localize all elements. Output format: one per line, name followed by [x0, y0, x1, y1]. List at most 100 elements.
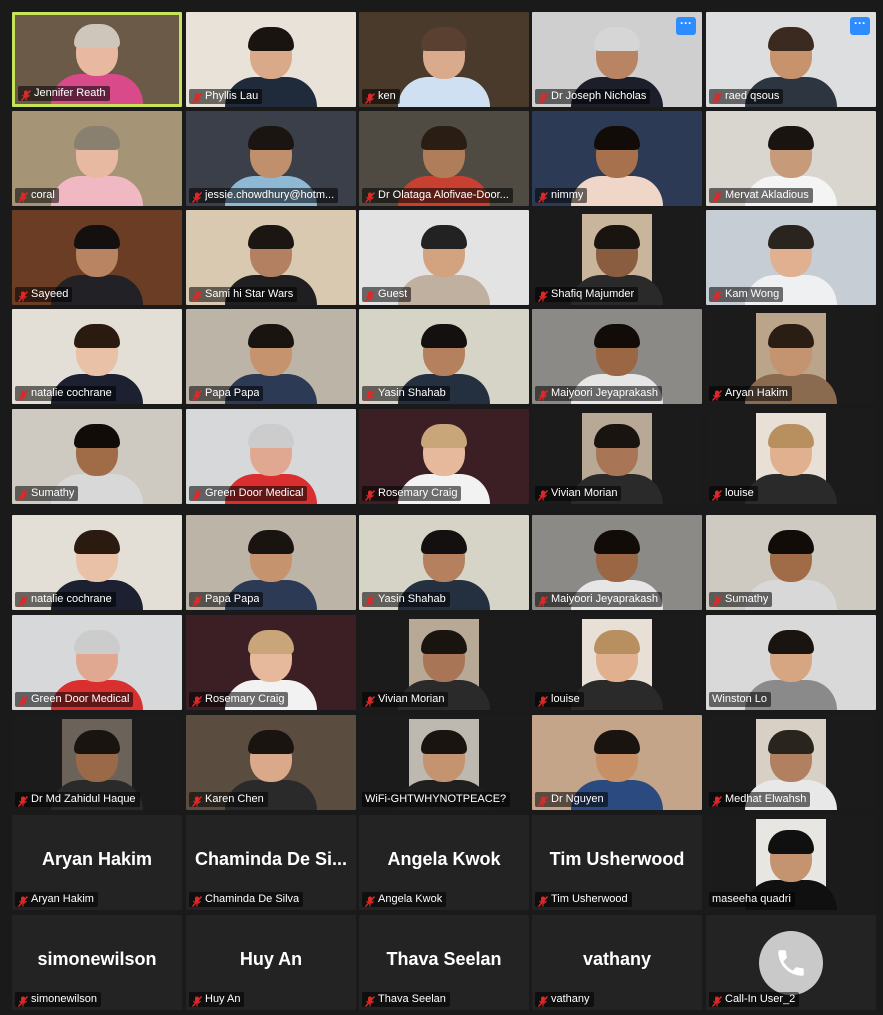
participant-tile[interactable]: Dr Nguyen: [532, 715, 702, 810]
participant-tile[interactable]: nimmy: [532, 111, 702, 206]
participant-label: Angela Kwok: [362, 892, 447, 907]
participant-tile[interactable]: Kam Wong: [706, 210, 876, 305]
participant-tile[interactable]: Green Door Medical: [12, 615, 182, 710]
participant-tile[interactable]: Rosemary Craig: [186, 615, 356, 710]
participant-label: Huy An: [189, 992, 245, 1007]
participant-tile[interactable]: jessie.chowdhury@hotm...: [186, 111, 356, 206]
participant-name: Shafiq Majumder: [551, 288, 635, 300]
participant-tile[interactable]: Chaminda De Si... Chaminda De Silva: [186, 815, 356, 910]
participant-tile[interactable]: Papa Papa: [186, 515, 356, 610]
participant-label: maseeha quadri: [709, 892, 795, 907]
participant-tile[interactable]: vathany vathany: [532, 915, 702, 1010]
phone-icon: [759, 931, 823, 995]
participant-label: Sumathy: [709, 592, 773, 607]
participant-tile[interactable]: ken: [359, 12, 529, 107]
participant-tile[interactable]: Sumathy: [706, 515, 876, 610]
participant-tile[interactable]: Huy An Huy An: [186, 915, 356, 1010]
participant-label: Maiyoori Jeyaprakash: [535, 386, 662, 401]
participant-label: Guest: [362, 287, 412, 302]
participant-tile[interactable]: Maiyoori Jeyaprakash: [532, 309, 702, 404]
participant-name: louise: [551, 693, 580, 705]
participant-tile[interactable]: Yasin Shahab: [359, 515, 529, 610]
participant-tile[interactable]: Winston Lo: [706, 615, 876, 710]
participant-tile[interactable]: ··· Dr Joseph Nicholas: [532, 12, 702, 107]
participant-tile[interactable]: Yasin Shahab: [359, 309, 529, 404]
participant-tile[interactable]: Medhat Elwahsh: [706, 715, 876, 810]
participant-hair: [421, 530, 467, 554]
more-options-button[interactable]: ···: [850, 17, 870, 35]
participant-tile[interactable]: Vivian Morian: [532, 409, 702, 504]
participant-label: natalie cochrane: [15, 386, 116, 401]
participant-tile[interactable]: Maiyoori Jeyaprakash: [532, 515, 702, 610]
participant-tile[interactable]: Karen Chen: [186, 715, 356, 810]
participant-tile[interactable]: Vivian Morian: [359, 615, 529, 710]
participant-tile[interactable]: natalie cochrane: [12, 515, 182, 610]
participant-video: [396, 25, 492, 107]
participant-tile[interactable]: WiFi-GHTWHYNOTPEACE?: [359, 715, 529, 810]
participant-name: Maiyoori Jeyaprakash: [551, 387, 658, 399]
participant-tile[interactable]: Dr Md Zahidul Haque: [12, 715, 182, 810]
mic-muted-icon: [537, 91, 549, 104]
gallery-grid: Jennifer Reath Phyllis Lau ken ··· Dr Joseph…: [0, 0, 883, 1015]
participant-tile[interactable]: Dr Olataga Alofivae-Door...: [359, 111, 529, 206]
participant-label: Karen Chen: [189, 792, 268, 807]
participant-display-name: vathany: [582, 949, 652, 969]
participant-name: Angela Kwok: [378, 893, 443, 905]
mic-muted-icon: [537, 289, 549, 302]
participant-tile[interactable]: Guest: [359, 210, 529, 305]
participant-hair: [248, 530, 294, 554]
participant-tile[interactable]: maseeha quadri: [706, 815, 876, 910]
participant-tile[interactable]: Tim Usherwood Tim Usherwood: [532, 815, 702, 910]
participant-name: Dr Md Zahidul Haque: [31, 793, 136, 805]
participant-hair: [594, 424, 640, 448]
participant-hair: [74, 24, 120, 48]
mic-muted-icon: [364, 289, 376, 302]
participant-name: Karen Chen: [205, 793, 264, 805]
participant-tile[interactable]: coral: [12, 111, 182, 206]
participant-name: Sayeed: [31, 288, 69, 300]
participant-tile[interactable]: natalie cochrane: [12, 309, 182, 404]
participant-tile[interactable]: Shafiq Majumder: [532, 210, 702, 305]
participant-tile[interactable]: simonewilson simonewilson: [12, 915, 182, 1010]
participant-hair: [248, 630, 294, 654]
participant-tile[interactable]: louise: [706, 409, 876, 504]
participant-name: louise: [725, 487, 754, 499]
more-options-button[interactable]: ···: [676, 17, 696, 35]
participant-tile[interactable]: Jennifer Reath: [12, 12, 182, 107]
participant-tile[interactable]: Green Door Medical: [186, 409, 356, 504]
participant-hair: [594, 630, 640, 654]
participant-name: Sumathy: [31, 487, 75, 499]
participant-tile[interactable]: Sami hi Star Wars: [186, 210, 356, 305]
participant-tile[interactable]: Thava Seelan Thava Seelan: [359, 915, 529, 1010]
mic-muted-icon: [364, 894, 376, 907]
participant-label: Thava Seelan: [362, 992, 450, 1007]
participant-label: Papa Papa: [189, 386, 264, 401]
participant-label: Shafiq Majumder: [535, 287, 639, 302]
mic-muted-icon: [537, 594, 549, 607]
participant-hair: [421, 126, 467, 150]
mic-muted-icon: [191, 594, 203, 607]
mic-muted-icon: [17, 594, 29, 607]
participant-tile[interactable]: Papa Papa: [186, 309, 356, 404]
participant-tile[interactable]: Call-In User_2: [706, 915, 876, 1010]
participant-tile[interactable]: ··· raed qsous: [706, 12, 876, 107]
participant-tile[interactable]: Phyllis Lau: [186, 12, 356, 107]
mic-muted-icon: [191, 994, 203, 1007]
participant-name: Huy An: [205, 993, 241, 1005]
participant-display-name: Aryan Hakim: [41, 849, 153, 869]
participant-tile[interactable]: Mervat Akladious: [706, 111, 876, 206]
participant-hair: [594, 324, 640, 348]
participant-tile[interactable]: Rosemary Craig: [359, 409, 529, 504]
participant-label: Dr Joseph Nicholas: [535, 89, 651, 104]
mic-muted-icon: [711, 488, 723, 501]
mic-muted-icon: [191, 488, 203, 501]
participant-tile[interactable]: Aryan Hakim: [706, 309, 876, 404]
participant-display-name: Thava Seelan: [386, 949, 502, 969]
participant-label: Dr Olataga Alofivae-Door...: [362, 188, 513, 203]
mic-muted-icon: [20, 88, 32, 101]
participant-tile[interactable]: Sumathy: [12, 409, 182, 504]
participant-tile[interactable]: Aryan Hakim Aryan Hakim: [12, 815, 182, 910]
participant-tile[interactable]: Angela Kwok Angela Kwok: [359, 815, 529, 910]
participant-tile[interactable]: louise: [532, 615, 702, 710]
participant-tile[interactable]: Sayeed: [12, 210, 182, 305]
